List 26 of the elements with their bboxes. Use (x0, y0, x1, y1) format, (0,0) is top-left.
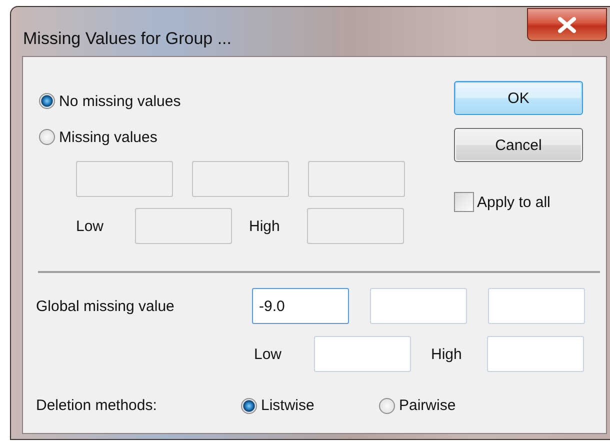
low-field[interactable] (314, 336, 411, 372)
value-field[interactable]: -9.0 (252, 288, 349, 324)
radio-option[interactable]: Missing values (23, 119, 454, 155)
value-field[interactable] (488, 288, 585, 324)
window-title: Missing Values for Group ... (23, 29, 232, 49)
radio-option[interactable]: No missing values (23, 83, 454, 119)
radio-indicator[interactable] (379, 398, 395, 414)
radio-indicator[interactable] (241, 398, 257, 414)
dialog-button[interactable]: Cancel (454, 128, 583, 162)
close-button[interactable] (527, 8, 607, 41)
radio-option[interactable]: Pairwise (379, 397, 517, 414)
radio-option[interactable]: Listwise (241, 397, 379, 414)
field-label: Global missing value (36, 298, 176, 314)
field-label: Deletion methods: (36, 397, 158, 414)
close-icon (558, 16, 576, 32)
checkbox-indicator[interactable] (454, 192, 474, 212)
radio-indicator[interactable] (39, 129, 55, 145)
value-field[interactable] (370, 288, 467, 324)
high-field[interactable] (487, 336, 584, 372)
apply-checkbox[interactable]: Apply to all (454, 192, 583, 212)
field-label: Low (254, 346, 283, 362)
field-label: Low (76, 218, 105, 234)
dialog-button[interactable]: OK (454, 81, 583, 115)
field-label: High (431, 346, 463, 362)
radio-indicator[interactable] (39, 93, 55, 109)
field-label: High (249, 218, 281, 234)
